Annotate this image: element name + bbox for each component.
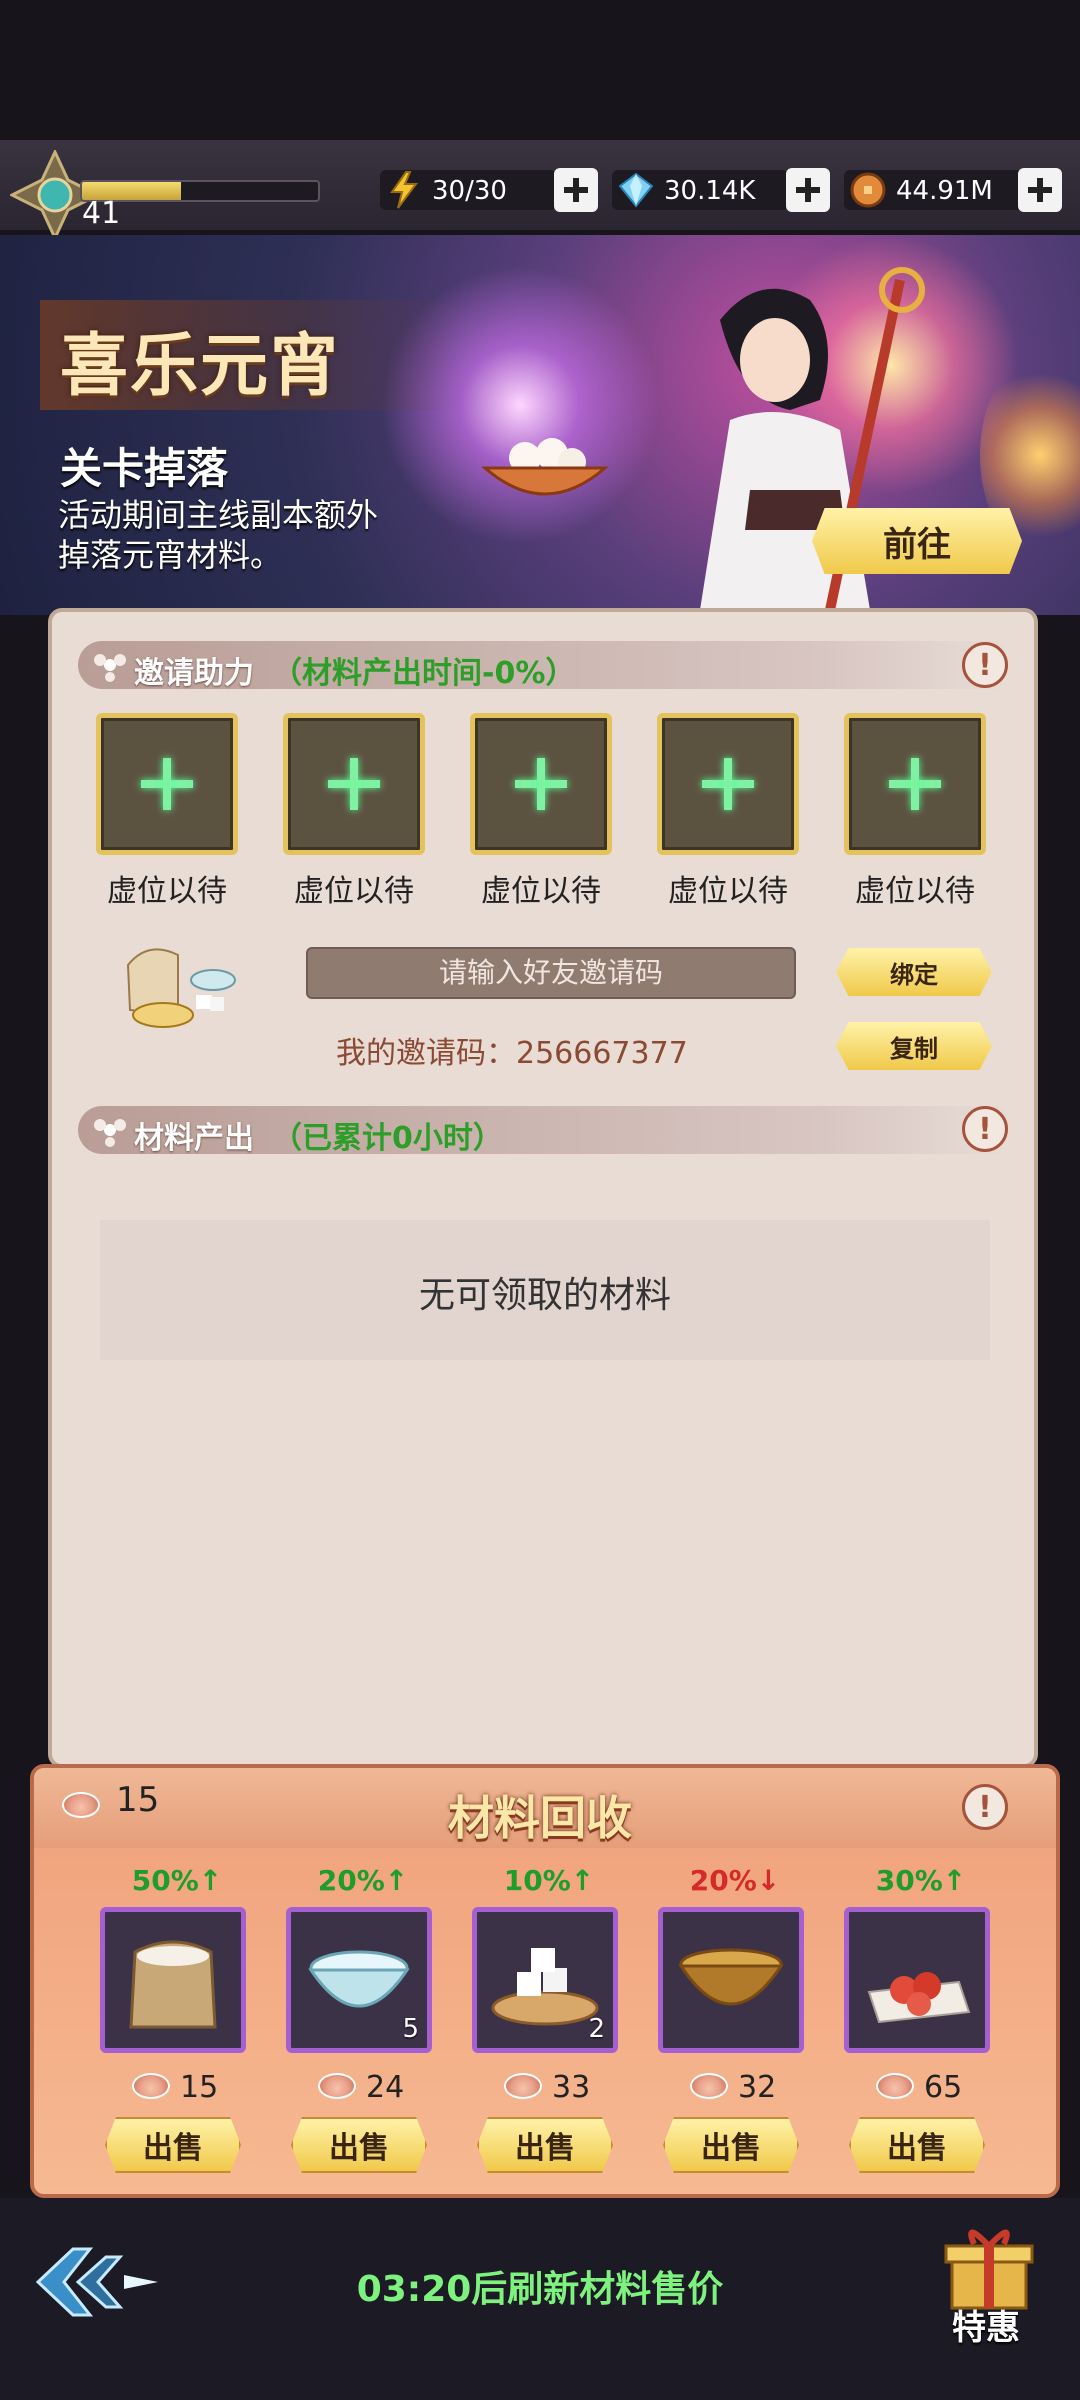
player-level: 41 (82, 196, 121, 231)
price-change-rate: 50%↑ (131, 1864, 223, 1897)
recycle-info-button[interactable]: ! (962, 1784, 1008, 1830)
yuanxiao-currency-icon (876, 2073, 914, 2099)
item-quantity: 5 (402, 2014, 419, 2044)
lightning-icon (390, 171, 418, 209)
sell-button[interactable]: 出售 (291, 2117, 427, 2173)
bind-button[interactable]: 绑定 (836, 948, 992, 996)
item-price: 32 (738, 2070, 777, 2105)
output-section-title: 材料产出 (134, 1121, 254, 1156)
price-change-rate: 20%↑ (317, 1864, 409, 1897)
energy-counter: 30/30 (380, 170, 556, 210)
yuanxiao-bowl-illustration (480, 438, 610, 496)
sell-button[interactable]: 出售 (849, 2117, 985, 2173)
exclamation-icon: ! (978, 647, 992, 683)
copy-button[interactable]: 复制 (836, 1022, 992, 1070)
invite-slot[interactable] (283, 713, 425, 855)
my-invite-code: 我的邀请码：256667377 (336, 1036, 688, 1071)
diamond-icon (618, 172, 654, 208)
goto-button[interactable]: 前往 (812, 508, 1022, 574)
yuanxiao-currency-icon (318, 2073, 356, 2099)
sell-button[interactable]: 出售 (105, 2117, 241, 2173)
sell-button[interactable]: 出售 (477, 2117, 613, 2173)
material-item-flour[interactable] (100, 1907, 246, 2053)
exclamation-icon: ! (978, 1111, 992, 1147)
price-change-rate: 10%↑ (503, 1864, 595, 1897)
item-price: 24 (366, 2070, 405, 2105)
invite-code-input[interactable]: 请输入好友邀请码 (306, 947, 796, 999)
invite-slot[interactable] (657, 713, 799, 855)
item-price: 33 (552, 2070, 591, 2105)
plus-icon (564, 178, 588, 202)
invite-slot-label: 虚位以待 (481, 874, 601, 909)
plus-icon (796, 178, 820, 202)
empty-materials-text: 无可领取的材料 (418, 1275, 671, 1316)
add-energy-button[interactable] (554, 168, 598, 212)
event-description: 活动期间主线副本额外掉落元宵材料。 (58, 496, 379, 574)
coin-value: 44.91M (896, 176, 993, 206)
event-title: 喜乐元宵 (60, 326, 341, 406)
item-price: 65 (924, 2070, 963, 2105)
flower-ornament-icon (94, 654, 126, 682)
invite-slot-label: 虚位以待 (855, 874, 975, 909)
invite-info-button[interactable]: ! (962, 642, 1008, 688)
material-item-water[interactable]: 5 (286, 1907, 432, 2053)
invite-section-hint: （材料产出时间-0%） (272, 656, 576, 691)
invite-slot[interactable] (470, 713, 612, 855)
sesame-bowl-icon (678, 1948, 784, 2006)
invite-slot-label: 虚位以待 (294, 874, 414, 909)
item-quantity: 2 (588, 2014, 605, 2044)
invite-slot[interactable] (96, 713, 238, 855)
output-info-button[interactable]: ! (962, 1106, 1008, 1152)
output-section-hint: （已累计0小时） (272, 1121, 503, 1156)
flower-ornament-icon (94, 1119, 126, 1147)
yuanxiao-currency-icon (690, 2073, 728, 2099)
recycle-title: 材料回收 (448, 1791, 632, 1845)
price-change-rate: 30%↑ (875, 1864, 967, 1897)
exclamation-icon: ! (978, 1789, 992, 1825)
hawthorn-tray-icon (867, 1972, 971, 2024)
flour-sack-icon (129, 1940, 217, 2029)
coin-counter: 44.91M (844, 170, 1024, 210)
add-coins-button[interactable] (1018, 168, 1062, 212)
energy-value: 30/30 (432, 176, 507, 206)
sell-button[interactable]: 出售 (663, 2117, 799, 2173)
coin-icon (850, 172, 886, 208)
material-item-sugar[interactable]: 2 (472, 1907, 618, 2053)
invite-section-title: 邀请助力 (134, 656, 254, 691)
invite-slot-label: 虚位以待 (107, 874, 227, 909)
special-offer-label: 特惠 (952, 2308, 1020, 2348)
event-subtitle: 关卡掉落 (60, 444, 229, 493)
yuanxiao-currency-icon (504, 2073, 542, 2099)
gem-counter: 30.14K (612, 170, 788, 210)
add-gems-button[interactable] (786, 168, 830, 212)
material-item-hawthorn[interactable] (844, 1907, 990, 2053)
invite-slot[interactable] (844, 713, 986, 855)
plus-icon (1028, 178, 1052, 202)
material-item-sesame[interactable] (658, 1907, 804, 2053)
item-price: 15 (180, 2070, 219, 2105)
ingredients-illustration (126, 948, 236, 1028)
gem-value: 30.14K (664, 176, 756, 206)
price-refresh-timer: 03:20后刷新材料售价 (356, 2269, 724, 2310)
invite-slot-label: 虚位以待 (668, 874, 788, 909)
yuanxiao-currency-icon (132, 2073, 170, 2099)
price-change-rate: 20%↓ (689, 1864, 781, 1897)
